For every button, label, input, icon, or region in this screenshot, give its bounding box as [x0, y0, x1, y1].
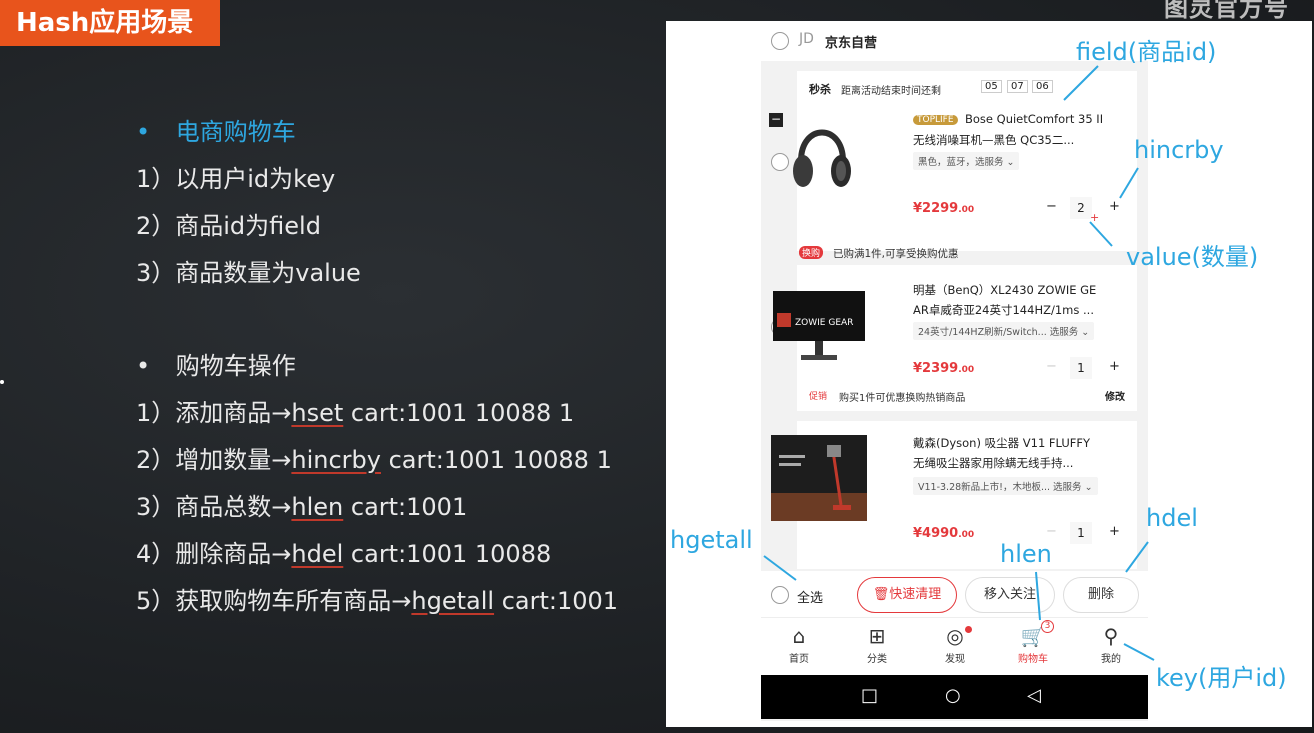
annotation-hdel: hdel [1146, 504, 1198, 532]
slide: Hash应用场景 图灵官方号 • 电商购物车 1）以用户id为key 2）商品i… [0, 0, 1314, 733]
annotation-hincrby: hincrby [1134, 136, 1224, 164]
annotation-key: key(用户id) [1156, 664, 1287, 692]
annotation-hlen: hlen [1000, 540, 1052, 568]
annotation-value: value(数量) [1126, 243, 1259, 271]
annotation-hgetall: hgetall [670, 526, 753, 554]
annotation-field: field(商品id) [1076, 38, 1217, 66]
annotation-arrows [763, 65, 1155, 661]
